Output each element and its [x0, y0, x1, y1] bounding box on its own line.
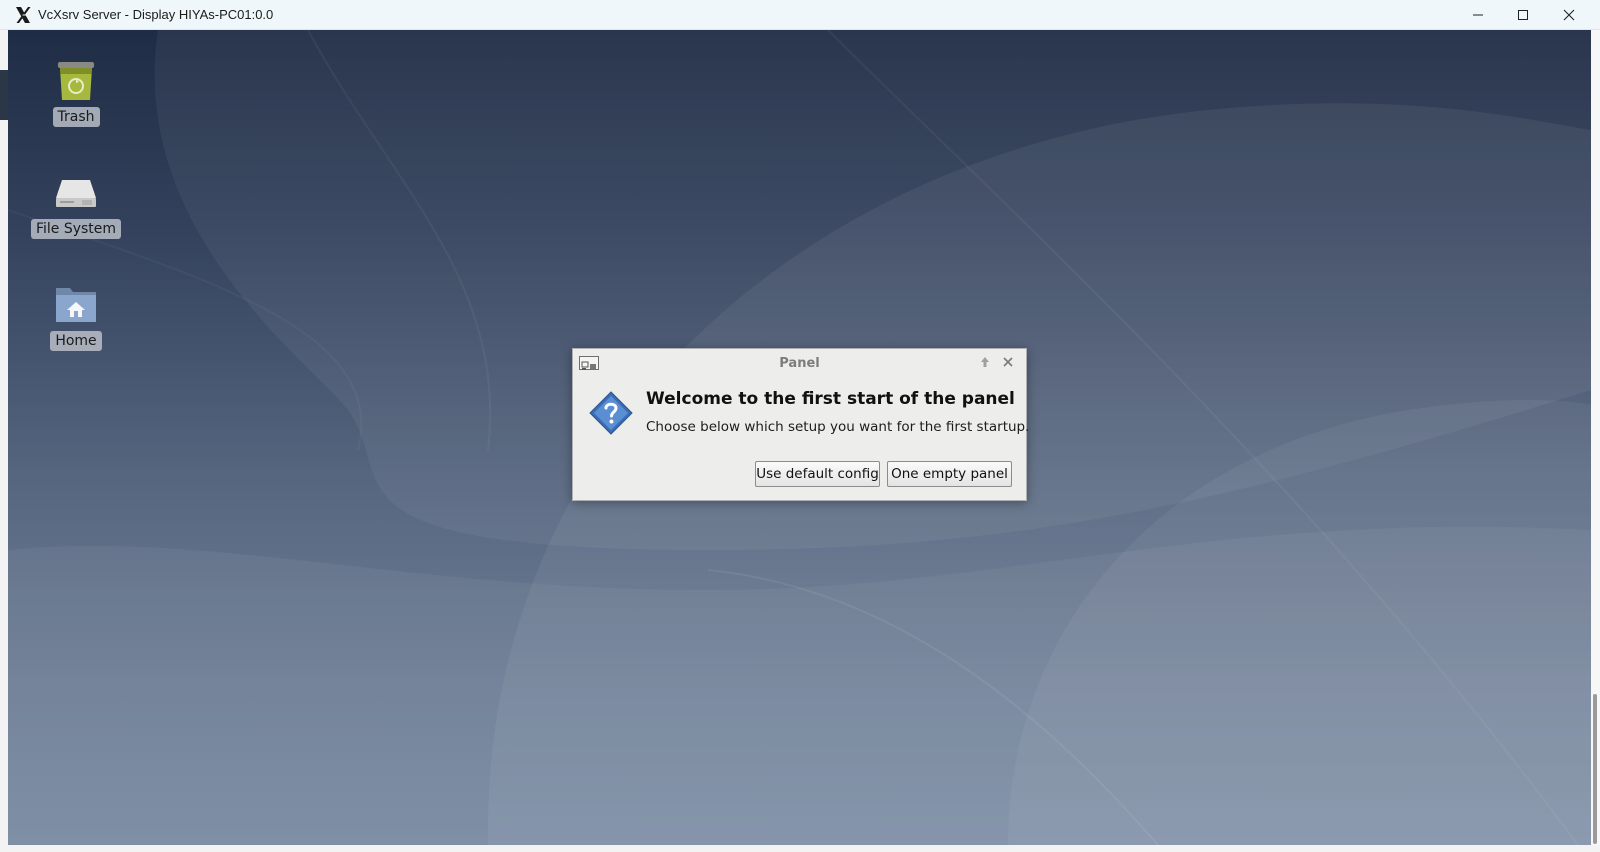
question-icon: [589, 391, 633, 435]
minimize-button[interactable]: [1455, 0, 1501, 30]
scrollbar-thumb[interactable]: [1593, 694, 1597, 844]
dialog-title: Panel: [779, 356, 820, 371]
close-button[interactable]: [1546, 0, 1592, 30]
maximize-button[interactable]: [1500, 0, 1546, 30]
window-title: VcXsrv Server - Display HIYAs-PC01:0.0: [38, 7, 274, 22]
close-icon: [1563, 9, 1575, 21]
home-label: Home: [50, 331, 102, 351]
drive-icon: [56, 180, 96, 207]
window-titlebar[interactable]: VcXsrv Server - Display HIYAs-PC01:0.0: [0, 0, 1600, 30]
use-default-config-button[interactable]: Use default config: [755, 461, 880, 487]
x-logo-icon: [16, 7, 31, 23]
panel-welcome-dialog: Panel Welcome to the first start of the …: [572, 348, 1030, 501]
dialog-titlebar[interactable]: Panel: [573, 349, 1026, 377]
file-system-label: File System: [30, 219, 122, 239]
shade-up-icon[interactable]: [978, 355, 992, 369]
home-folder-icon: [56, 288, 96, 322]
left-window-edge: [0, 30, 8, 852]
trash-icon: [58, 62, 94, 100]
bottom-window-edge: [0, 845, 1600, 852]
desktop-icon-home[interactable]: Home: [26, 280, 126, 351]
dialog-heading: Welcome to the first start of the panel: [646, 389, 1015, 409]
one-empty-panel-button[interactable]: One empty panel: [887, 461, 1012, 487]
dialog-message: Choose below which setup you want for th…: [646, 419, 1030, 435]
dialog-close-icon[interactable]: [1001, 355, 1015, 369]
vcxsrv-window: VcXsrv Server - Display HIYAs-PC01:0.0 T…: [0, 0, 1600, 852]
minimize-icon: [1473, 14, 1483, 16]
background-window-strip: [0, 70, 8, 120]
maximize-icon: [1518, 10, 1528, 20]
right-scrollbar[interactable]: [1591, 30, 1600, 852]
desktop-icon-trash[interactable]: Trash: [26, 56, 126, 127]
desktop-icon-file-system[interactable]: File System: [26, 168, 126, 239]
trash-label: Trash: [52, 107, 100, 127]
